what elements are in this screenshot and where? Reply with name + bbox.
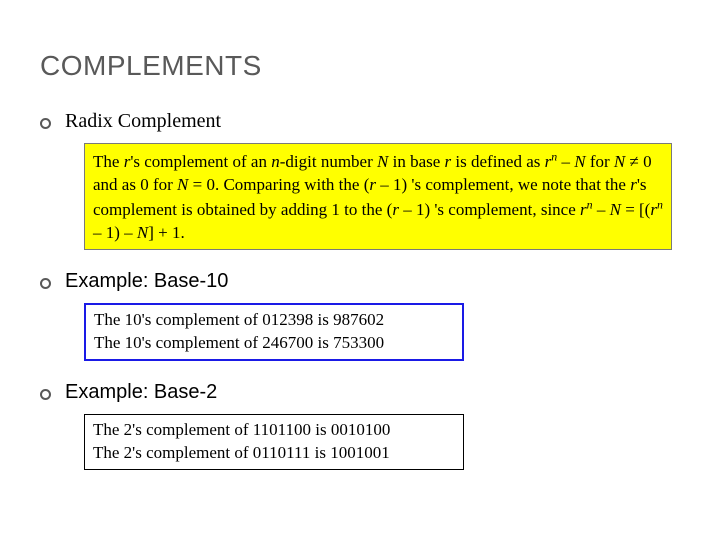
bullet-example-base2: Example: Base-2 (40, 381, 680, 404)
bullet-radix-complement: Radix Complement (40, 110, 680, 133)
example-line: The 10's complement of 246700 is 753300 (94, 332, 454, 355)
bullet-icon (40, 389, 51, 400)
slide: COMPLEMENTS Radix Complement The r's com… (0, 0, 720, 540)
bullet-label: Example: Base-10 (65, 270, 228, 293)
bullet-label: Example: Base-2 (65, 381, 217, 404)
example-base10-box: The 10's complement of 012398 is 987602 … (84, 303, 464, 361)
page-title: COMPLEMENTS (40, 50, 680, 82)
example-line: The 2's complement of 0110111 is 1001001 (93, 442, 455, 465)
example-base2-box: The 2's complement of 1101100 is 0010100… (84, 414, 464, 470)
bullet-icon (40, 118, 51, 129)
bullet-example-base10: Example: Base-10 (40, 270, 680, 293)
definition-box: The r's complement of an n-digit number … (84, 143, 672, 250)
bullet-label: Radix Complement (65, 110, 221, 133)
example-line: The 10's complement of 012398 is 987602 (94, 309, 454, 332)
bullet-icon (40, 278, 51, 289)
example-line: The 2's complement of 1101100 is 0010100 (93, 419, 455, 442)
def-text: The r's complement of an n-digit number … (93, 152, 663, 242)
